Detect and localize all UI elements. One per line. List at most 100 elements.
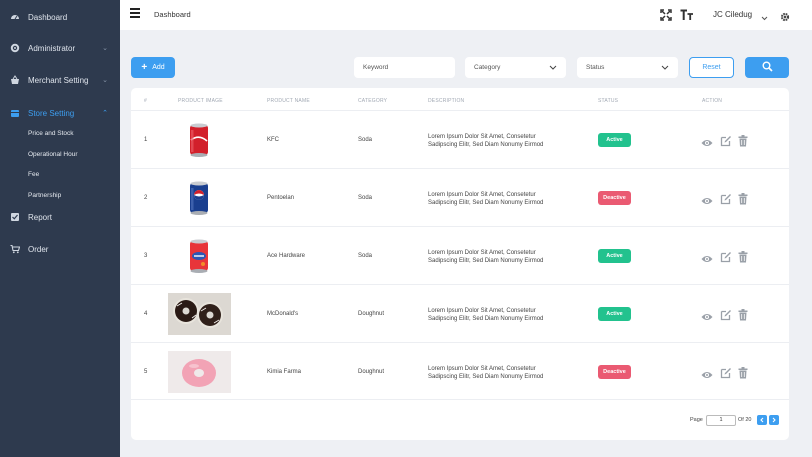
view-icon[interactable] (701, 309, 713, 327)
keyword-input[interactable]: Keyword (354, 57, 455, 78)
description-line: Sadipscing Elitr, Sed Diam Nonumy Eirmod (428, 374, 544, 380)
edit-icon[interactable] (720, 308, 732, 326)
edit-icon[interactable] (720, 250, 732, 268)
search-icon (762, 59, 773, 77)
description-line: Sadipscing Elitr, Sed Diam Nonumy Eirmod (428, 316, 544, 322)
product-name: KFC (267, 137, 279, 143)
product-description: Lorem Ipsum Dolor Sit Amet, Consetetur S… (428, 249, 558, 265)
chevron-down-icon (661, 63, 669, 73)
sidebar-subitem-fee[interactable]: Fee (28, 171, 39, 178)
add-button-label: Add (152, 64, 165, 71)
delete-icon[interactable] (738, 250, 748, 268)
cola-can-image (190, 123, 208, 157)
description-line: Sadipscing Elitr, Sed Diam Nonumy Eirmod (428, 258, 544, 264)
description-line: Sadipscing Elitr, Sed Diam Nonumy Eirmod (428, 142, 544, 148)
menu-icon[interactable] (130, 8, 140, 18)
pagination-page-label: Page (690, 417, 703, 423)
status-select[interactable]: Status (577, 57, 678, 78)
sidebar-subitem-partnership[interactable]: Partnership (28, 192, 61, 199)
row-number: 3 (144, 253, 148, 259)
fullscreen-icon[interactable] (660, 8, 672, 26)
product-description: Lorem Ipsum Dolor Sit Amet, Consetetur S… (428, 307, 558, 323)
product-category: Doughnut (358, 369, 385, 375)
product-category: Soda (358, 253, 373, 259)
chevron-left-icon (760, 417, 764, 423)
table-row: 4 McDonald's Doughnut Lorem Ipsum Dolor … (131, 284, 789, 342)
chevron-down-icon[interactable] (761, 9, 768, 27)
description-line: Lorem Ipsum Dolor Sit Amet, Consetetur (428, 192, 536, 198)
edit-icon[interactable] (720, 134, 732, 152)
row-number: 4 (144, 311, 148, 317)
sidebar-item-order[interactable]: Order (0, 239, 120, 259)
delete-icon[interactable] (738, 192, 748, 210)
status-badge: Deactive (598, 191, 631, 205)
product-description: Lorem Ipsum Dolor Sit Amet, Consetetur S… (428, 365, 558, 381)
description-line: Lorem Ipsum Dolor Sit Amet, Consetetur (428, 308, 536, 314)
sidebar-item-administrator[interactable]: Administrator ⌄ (0, 38, 120, 58)
cart-icon (10, 244, 20, 254)
product-description: Lorem Ipsum Dolor Sit Amet, Consetetur S… (428, 133, 558, 149)
text-size-icon[interactable] (680, 8, 694, 26)
table-row: 5 Kimia Farma Doughnut Lorem Ipsum Dolor… (131, 342, 789, 400)
chocolate-doughnuts-image (168, 293, 231, 335)
edit-icon[interactable] (720, 366, 732, 384)
column-header-product-name: PRODUCT NAME (267, 98, 310, 104)
view-icon[interactable] (701, 193, 713, 211)
fanta-can-image (190, 239, 208, 273)
sidebar-item-label: Administrator (28, 43, 76, 53)
search-button[interactable] (745, 57, 789, 78)
sidebar-subitem-operational-hour[interactable]: Operational Hour (28, 151, 78, 158)
chevron-up-icon: ⌃ (102, 110, 108, 117)
page-number-input[interactable]: 1 (706, 415, 736, 426)
category-select[interactable]: Category (465, 57, 566, 78)
sidebar-item-store-setting[interactable]: Store Setting ⌃ (0, 103, 120, 123)
product-table: # PRODUCT IMAGE PRODUCT NAME CATEGORY DE… (131, 88, 789, 440)
sidebar-item-dashboard[interactable]: Dashboard (0, 7, 120, 27)
sidebar-item-merchant-setting[interactable]: Merchant Setting ⌄ (0, 70, 120, 90)
plus-icon: + (141, 62, 148, 73)
edit-icon[interactable] (720, 192, 732, 210)
sidebar: Dashboard Administrator ⌄ Merchant Setti… (0, 0, 120, 457)
description-line: Lorem Ipsum Dolor Sit Amet, Consetetur (428, 134, 536, 140)
description-line: Lorem Ipsum Dolor Sit Amet, Consetetur (428, 250, 536, 256)
delete-icon[interactable] (738, 366, 748, 384)
column-header-product-image: PRODUCT IMAGE (178, 98, 223, 104)
product-name: McDonald's (267, 311, 299, 317)
chevron-down-icon: ⌄ (102, 45, 108, 52)
sidebar-item-report[interactable]: Report (0, 207, 120, 227)
view-icon[interactable] (701, 251, 713, 269)
chevron-right-icon (772, 417, 776, 423)
store-icon (10, 108, 20, 118)
next-page-button[interactable] (769, 415, 779, 425)
delete-icon[interactable] (738, 308, 748, 326)
prev-page-button[interactable] (757, 415, 767, 425)
sidebar-item-label: Order (28, 244, 49, 254)
table-row: 3 Ace Hardware Soda Lorem Ipsum Dolor Si… (131, 226, 789, 284)
dashboard-icon (10, 12, 20, 22)
reset-button-label: Reset (702, 64, 721, 71)
sidebar-item-label: Merchant Setting (28, 75, 89, 85)
column-header-category: CATEGORY (358, 98, 388, 104)
sidebar-subitem-price-and-stock[interactable]: Price and Stock (28, 130, 74, 137)
gear-icon (10, 43, 20, 53)
table-row: 2 Pentoelan Soda Lorem Ipsum Dolor Sit A… (131, 168, 789, 226)
product-category: Soda (358, 195, 373, 201)
settings-gear-icon[interactable] (780, 9, 790, 27)
add-button[interactable]: + Add (131, 57, 175, 78)
table-row: 1 KFC Soda Lorem Ipsum Dolor Sit Amet, C… (131, 110, 789, 168)
column-header-status: STATUS (598, 98, 619, 104)
chevron-down-icon: ⌄ (102, 77, 108, 84)
row-number: 1 (144, 137, 148, 143)
view-icon[interactable] (701, 135, 713, 153)
status-badge: Active (598, 133, 631, 147)
view-icon[interactable] (701, 367, 713, 385)
product-description: Lorem Ipsum Dolor Sit Amet, Consetetur S… (428, 191, 558, 207)
report-icon (10, 212, 20, 222)
product-name: Pentoelan (267, 195, 295, 201)
pink-doughnut-image (168, 351, 231, 393)
reset-button[interactable]: Reset (689, 57, 734, 78)
status-badge: Active (598, 249, 631, 263)
delete-icon[interactable] (738, 134, 748, 152)
user-name[interactable]: JC Ciledug (713, 10, 752, 19)
row-number: 2 (144, 195, 148, 201)
